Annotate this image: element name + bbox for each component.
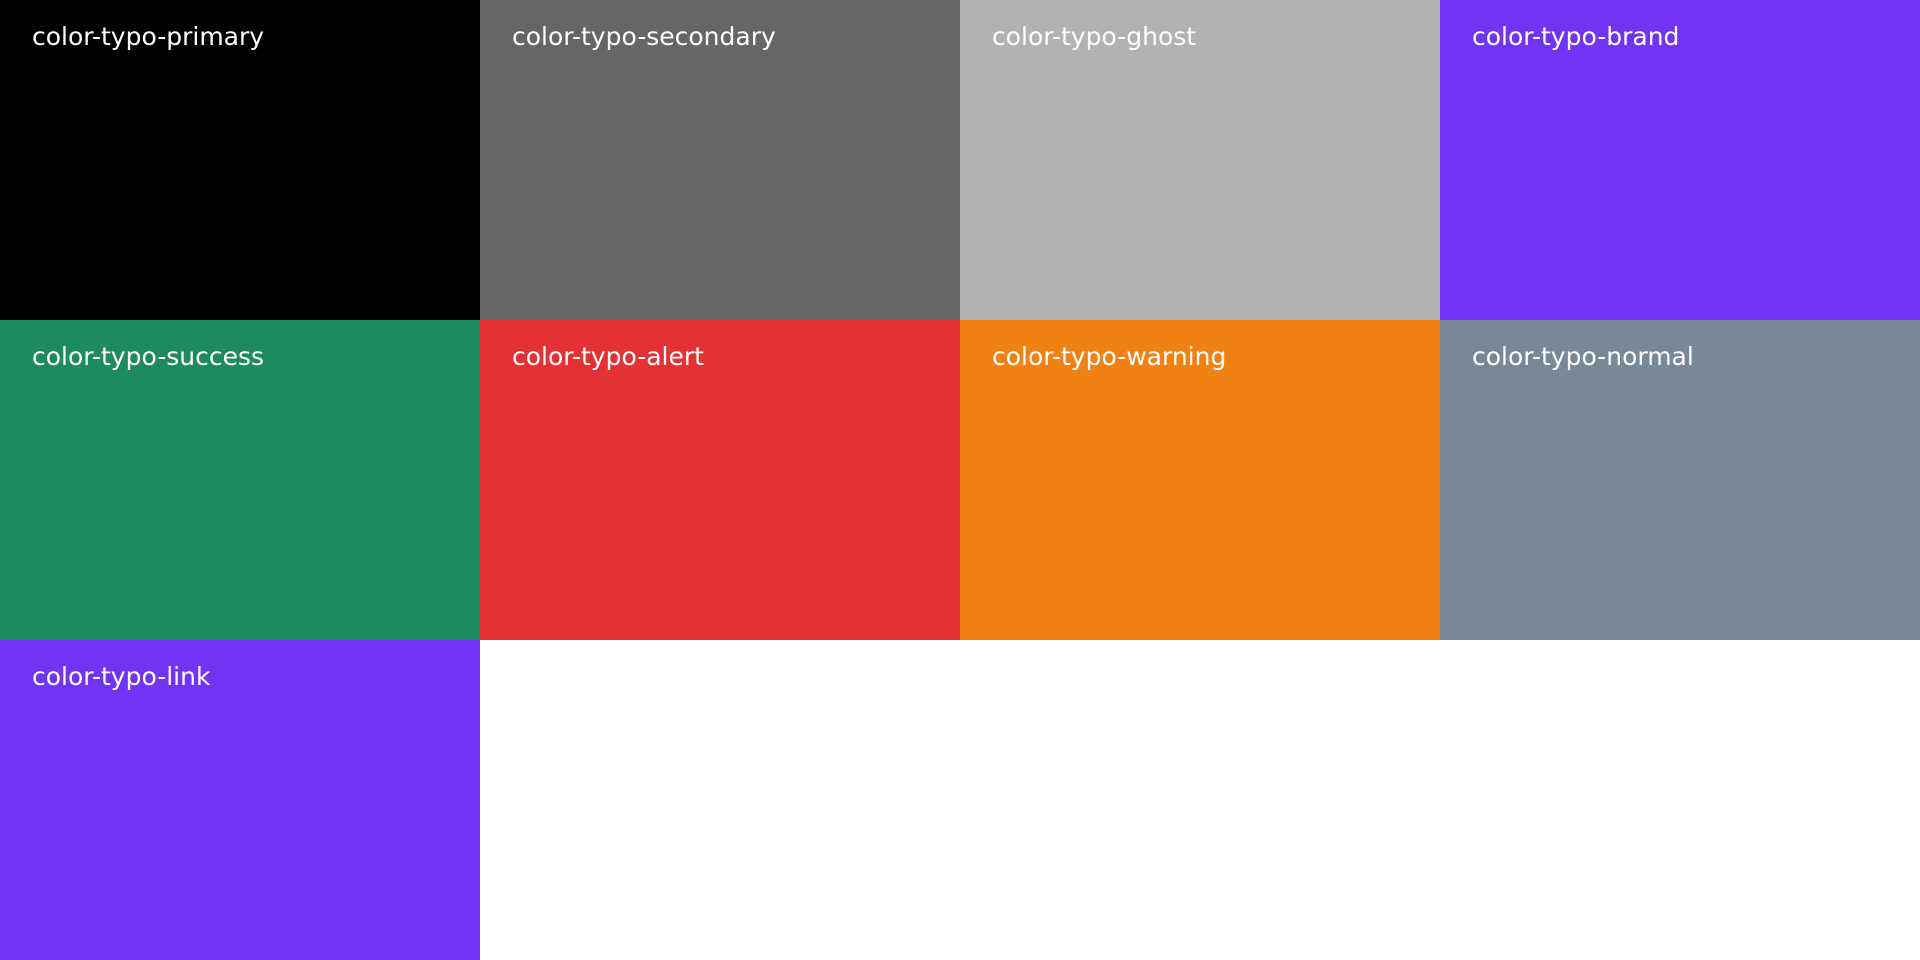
swatch-label: color-typo-normal (1472, 342, 1694, 371)
color-swatch-grid: color-typo-primary color-typo-secondary … (0, 0, 1920, 960)
swatch-color-typo-warning: color-typo-warning (960, 320, 1440, 640)
swatch-color-typo-ghost: color-typo-ghost (960, 0, 1440, 320)
empty-area (1440, 640, 1920, 960)
swatch-label: color-typo-link (32, 662, 211, 691)
swatch-label: color-typo-primary (32, 22, 265, 51)
swatch-color-typo-normal: color-typo-normal (1440, 320, 1920, 640)
swatch-color-typo-alert: color-typo-alert (480, 320, 960, 640)
swatch-color-typo-primary: color-typo-primary (0, 0, 480, 320)
swatch-color-typo-secondary: color-typo-secondary (480, 0, 960, 320)
swatch-color-typo-link: color-typo-link (0, 640, 480, 960)
swatch-label: color-typo-warning (992, 342, 1227, 371)
swatch-color-typo-brand: color-typo-brand (1440, 0, 1920, 320)
swatch-label: color-typo-secondary (512, 22, 776, 51)
swatch-label: color-typo-brand (1472, 22, 1680, 51)
swatch-color-typo-success: color-typo-success (0, 320, 480, 640)
swatch-label: color-typo-success (32, 342, 265, 371)
empty-area (960, 640, 1440, 960)
swatch-label: color-typo-ghost (992, 22, 1197, 51)
swatch-label: color-typo-alert (512, 342, 704, 371)
empty-area (480, 640, 960, 960)
